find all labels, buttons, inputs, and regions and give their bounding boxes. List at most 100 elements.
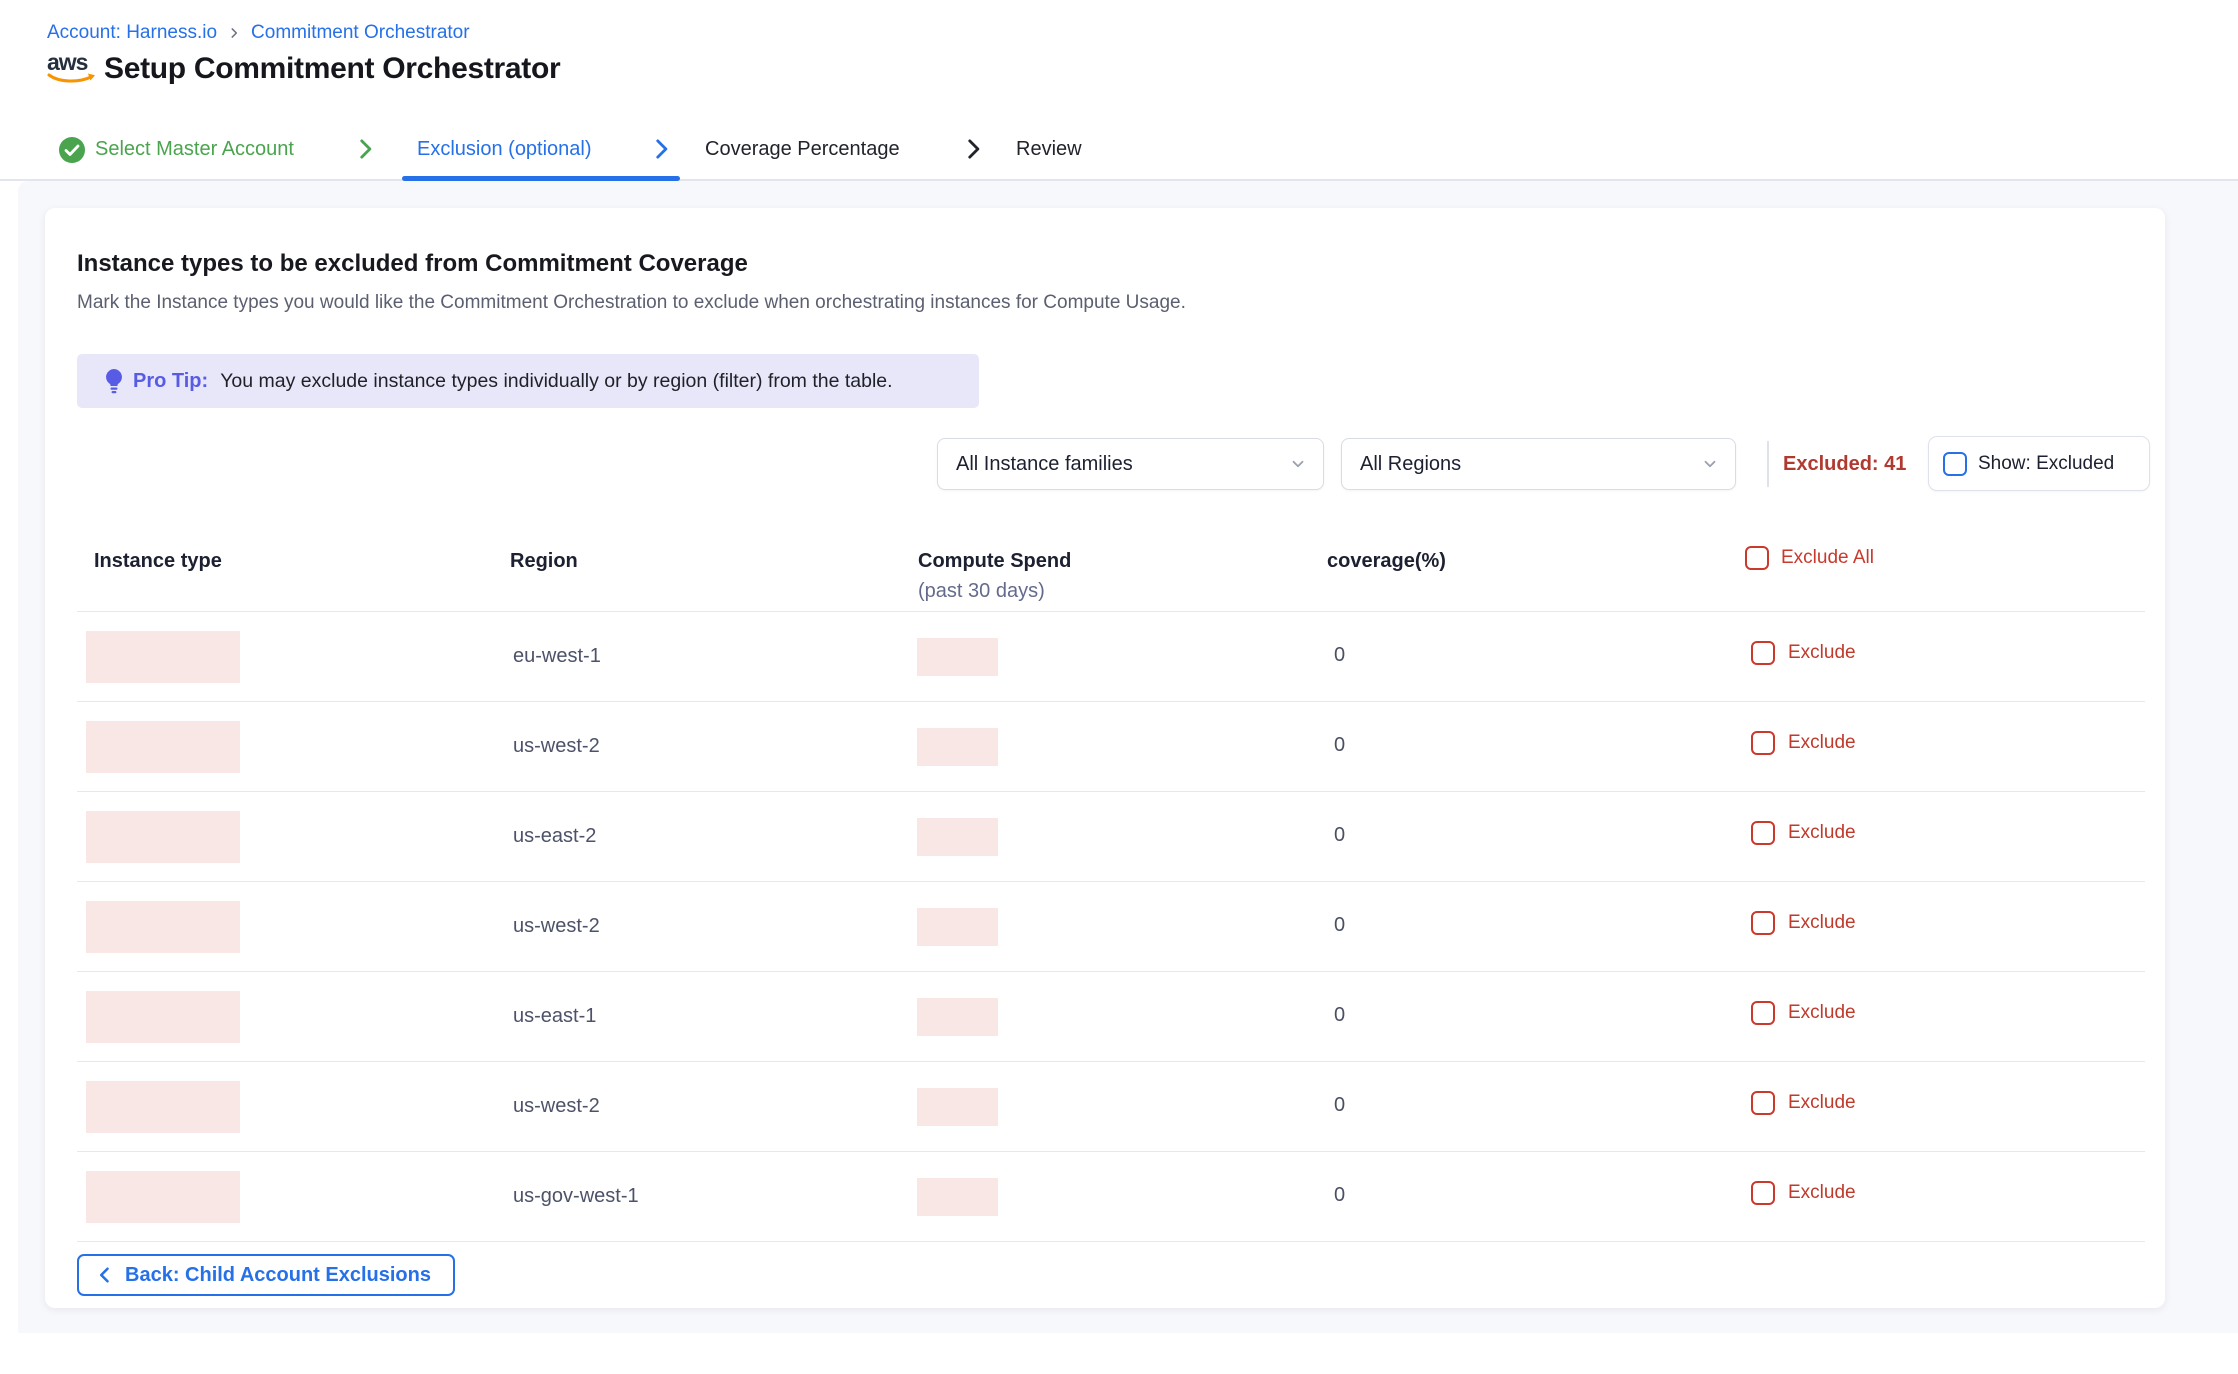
- card-subtitle: Mark the Instance types you would like t…: [77, 292, 1186, 314]
- col-region: Region: [510, 550, 578, 573]
- col-compute-spend-sub: (past 30 days): [918, 580, 1045, 603]
- show-excluded-checkbox[interactable]: [1943, 452, 1967, 476]
- table-row: us-east-1 0 Exclude: [77, 972, 2145, 1062]
- region-cell: us-east-2: [513, 825, 596, 848]
- exclude-label: Exclude: [1788, 1092, 1856, 1114]
- redacted-compute-spend: [917, 728, 998, 766]
- breadcrumb: Account: Harness.io Commitment Orchestra…: [47, 22, 470, 44]
- redacted-instance-type: [86, 1171, 240, 1223]
- exclude-all-checkbox[interactable]: [1745, 546, 1769, 570]
- page-title: Setup Commitment Orchestrator: [104, 52, 560, 86]
- check-circle-icon: [58, 136, 86, 164]
- redacted-compute-spend: [917, 998, 998, 1036]
- breadcrumb-page-link[interactable]: Commitment Orchestrator: [251, 22, 470, 44]
- exclude-label: Exclude: [1788, 822, 1856, 844]
- regions-value: All Regions: [1360, 453, 1461, 476]
- stepper: Select Master Account Exclusion (optiona…: [0, 120, 2238, 181]
- region-cell: us-east-1: [513, 1005, 596, 1028]
- step-exclusion[interactable]: Exclusion (optional): [417, 138, 592, 161]
- table-header: Instance type Region Compute Spend (past…: [77, 548, 2145, 612]
- exclude-checkbox[interactable]: [1751, 1001, 1775, 1025]
- exclude-control[interactable]: Exclude: [1751, 821, 1856, 845]
- back-button[interactable]: Back: Child Account Exclusions: [77, 1254, 455, 1296]
- redacted-compute-spend: [917, 908, 998, 946]
- chevron-right-icon: [648, 136, 674, 162]
- chevron-right-icon: [960, 136, 986, 162]
- redacted-instance-type: [86, 1081, 240, 1133]
- coverage-cell: 0: [1334, 1184, 1345, 1207]
- exclude-label: Exclude: [1788, 642, 1856, 664]
- exclude-label: Exclude: [1788, 732, 1856, 754]
- col-compute-spend: Compute Spend: [918, 550, 1071, 573]
- instance-families-select[interactable]: All Instance families: [937, 438, 1324, 490]
- exclude-label: Exclude: [1788, 1182, 1856, 1204]
- redacted-instance-type: [86, 811, 240, 863]
- region-cell: us-west-2: [513, 735, 600, 758]
- exclude-checkbox[interactable]: [1751, 821, 1775, 845]
- exclude-control[interactable]: Exclude: [1751, 641, 1856, 665]
- redacted-instance-type: [86, 721, 240, 773]
- card-title: Instance types to be excluded from Commi…: [77, 250, 748, 278]
- table-row: us-east-2 0 Exclude: [77, 792, 2145, 882]
- exclude-label: Exclude: [1788, 1002, 1856, 1024]
- exclude-checkbox[interactable]: [1751, 1181, 1775, 1205]
- redacted-compute-spend: [917, 818, 998, 856]
- exclude-control[interactable]: Exclude: [1751, 1001, 1856, 1025]
- coverage-cell: 0: [1334, 644, 1345, 667]
- exclude-checkbox[interactable]: [1751, 731, 1775, 755]
- lightbulb-icon: [103, 368, 125, 394]
- redacted-compute-spend: [917, 638, 998, 676]
- exclude-checkbox[interactable]: [1751, 641, 1775, 665]
- table-row: us-west-2 0 Exclude: [77, 702, 2145, 792]
- chevron-left-icon: [95, 1265, 115, 1285]
- step-coverage-percentage[interactable]: Coverage Percentage: [705, 138, 900, 161]
- breadcrumb-chevron-icon: [227, 26, 241, 40]
- show-excluded-label: Show: Excluded: [1978, 453, 2114, 475]
- exclude-all-control[interactable]: Exclude All: [1745, 546, 1874, 570]
- exclude-label: Exclude: [1788, 912, 1856, 934]
- region-cell: us-gov-west-1: [513, 1185, 639, 1208]
- aws-logo-text: aws: [47, 52, 99, 72]
- instance-families-value: All Instance families: [956, 453, 1133, 476]
- redacted-instance-type: [86, 901, 240, 953]
- breadcrumb-account-link[interactable]: Account: Harness.io: [47, 22, 217, 44]
- content-panel: Instance types to be excluded from Commi…: [18, 181, 2238, 1333]
- table-row: us-west-2 0 Exclude: [77, 1062, 2145, 1152]
- aws-logo: aws: [47, 52, 99, 88]
- pro-tip-text: You may exclude instance types individua…: [220, 370, 892, 393]
- table-row: eu-west-1 0 Exclude: [77, 612, 2145, 702]
- pro-tip-label: Pro Tip:: [133, 370, 208, 393]
- regions-select[interactable]: All Regions: [1341, 438, 1736, 490]
- coverage-cell: 0: [1334, 734, 1345, 757]
- excluded-count-badge: Excluded: 41: [1783, 438, 1906, 490]
- step-review[interactable]: Review: [1016, 138, 1082, 161]
- exclude-control[interactable]: Exclude: [1751, 1091, 1856, 1115]
- coverage-cell: 0: [1334, 914, 1345, 937]
- region-cell: us-west-2: [513, 915, 600, 938]
- col-coverage: coverage(%): [1327, 550, 1446, 573]
- filter-divider: [1767, 441, 1769, 487]
- exclude-checkbox[interactable]: [1751, 1091, 1775, 1115]
- coverage-cell: 0: [1334, 824, 1345, 847]
- exclude-control[interactable]: Exclude: [1751, 1181, 1856, 1205]
- redacted-compute-spend: [917, 1178, 998, 1216]
- show-excluded-toggle[interactable]: Show: Excluded: [1928, 436, 2150, 491]
- chevron-right-icon: [352, 136, 378, 162]
- redacted-compute-spend: [917, 1088, 998, 1126]
- table-body: eu-west-1 0 Exclude us-west-2 0 Exclude: [77, 612, 2145, 1242]
- region-cell: us-west-2: [513, 1095, 600, 1118]
- coverage-cell: 0: [1334, 1004, 1345, 1027]
- pro-tip-banner: Pro Tip: You may exclude instance types …: [77, 354, 979, 408]
- table-row: us-gov-west-1 0 Exclude: [77, 1152, 2145, 1242]
- back-button-label: Back: Child Account Exclusions: [125, 1264, 431, 1287]
- region-cell: eu-west-1: [513, 645, 601, 668]
- step-select-master-account[interactable]: Select Master Account: [95, 138, 294, 161]
- coverage-cell: 0: [1334, 1094, 1345, 1117]
- redacted-instance-type: [86, 631, 240, 683]
- exclude-control[interactable]: Exclude: [1751, 731, 1856, 755]
- exclude-all-label: Exclude All: [1781, 547, 1874, 569]
- exclude-checkbox[interactable]: [1751, 911, 1775, 935]
- table-row: us-west-2 0 Exclude: [77, 882, 2145, 972]
- exclude-control[interactable]: Exclude: [1751, 911, 1856, 935]
- aws-smile-icon: [47, 72, 99, 88]
